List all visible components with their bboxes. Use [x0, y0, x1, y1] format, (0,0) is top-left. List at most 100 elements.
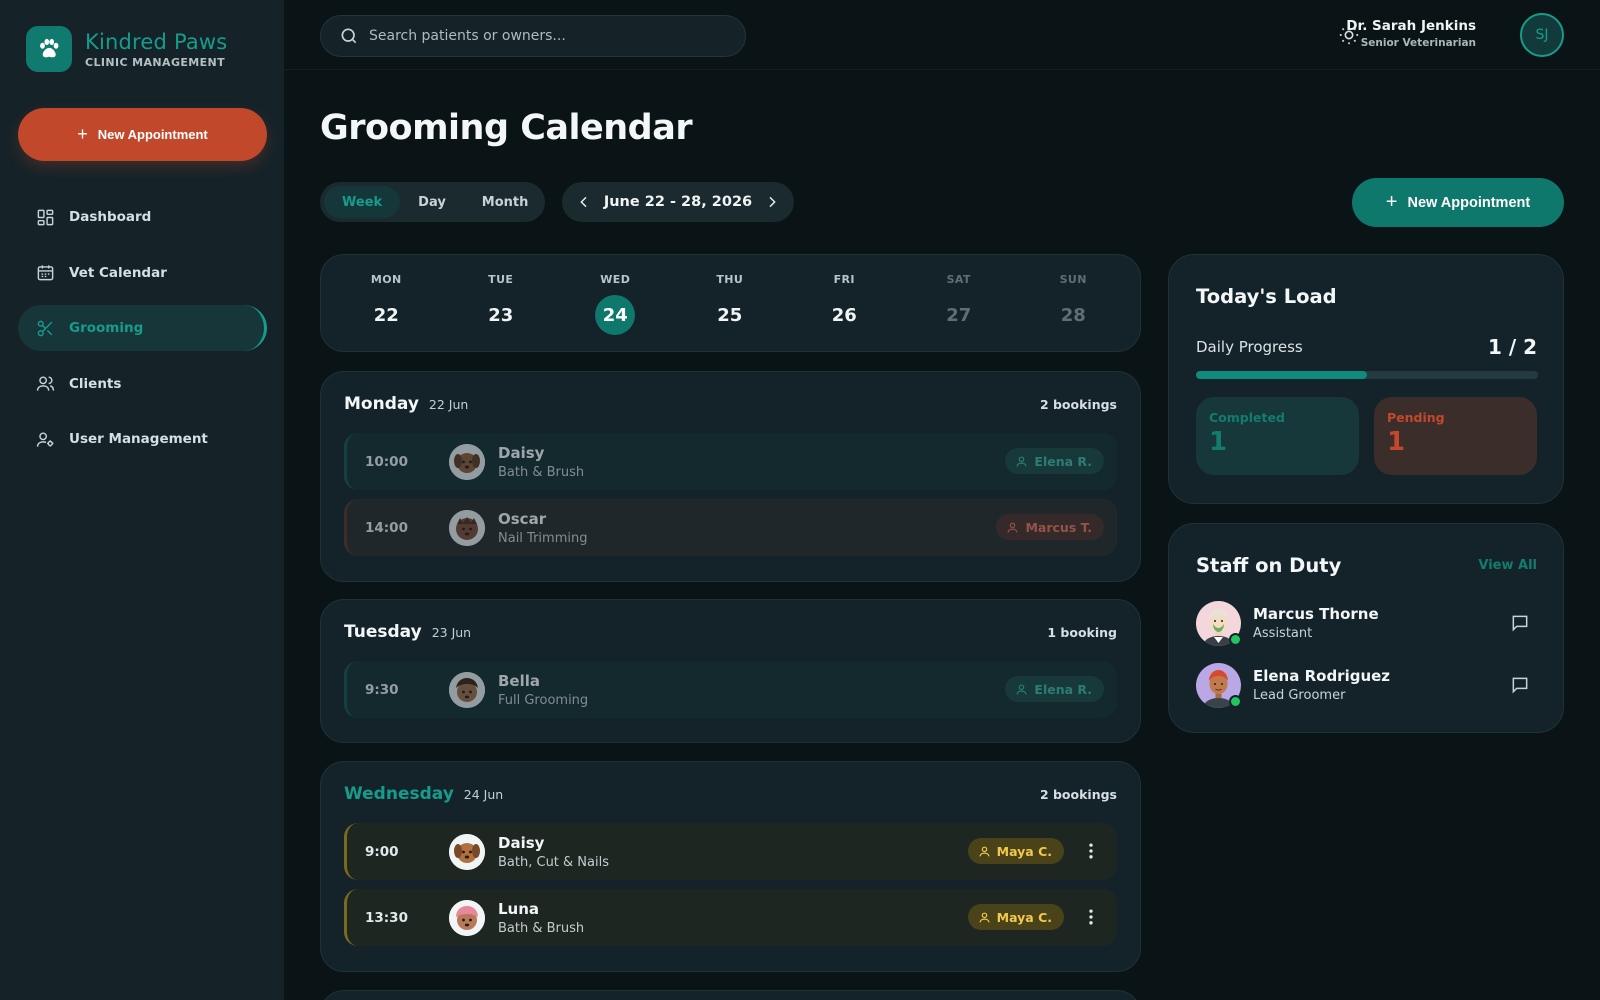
- staff-name: Marcus T.: [1025, 519, 1092, 535]
- user-name: Dr. Sarah Jenkins: [1346, 18, 1476, 34]
- sidebar-item-dashboard[interactable]: Dashboard: [18, 194, 267, 240]
- assigned-staff-badge[interactable]: Marcus T.: [996, 514, 1104, 540]
- staff-name: Elena R.: [1034, 681, 1092, 697]
- sidebar-item-label: Clients: [69, 375, 122, 392]
- weekday-name: FRI: [833, 273, 855, 286]
- view-day-button[interactable]: Day: [400, 186, 464, 218]
- appointment-card[interactable]: 9:00 Daisy Bath, Cut & Nails Maya C.: [344, 823, 1117, 880]
- weekday-sat[interactable]: SAT 27: [902, 255, 1017, 351]
- user-icon: [1016, 684, 1027, 694]
- search-input[interactable]: [369, 28, 729, 44]
- online-status-indicator: [1229, 632, 1242, 646]
- message-icon[interactable]: [1510, 613, 1530, 633]
- weekday-mon[interactable]: MON 22: [329, 255, 444, 351]
- dashboard-icon: [37, 209, 54, 225]
- pet-name: Daisy: [498, 833, 545, 852]
- sidebar-new-appointment-label: New Appointment: [97, 127, 208, 142]
- booking-count: 2 bookings: [1039, 787, 1117, 802]
- staff-row[interactable]: Marcus Thorne Assistant: [1196, 599, 1538, 647]
- user-icon: [1016, 456, 1027, 466]
- message-icon[interactable]: [1510, 675, 1530, 695]
- day-name: Tuesday: [344, 622, 422, 642]
- sidebar-item-vet-calendar[interactable]: Vet Calendar: [18, 250, 267, 296]
- appointment-card[interactable]: 9:30 Bella Full Grooming Elena R.: [344, 661, 1117, 718]
- view-all-link[interactable]: View All: [1478, 558, 1537, 573]
- assigned-staff-badge[interactable]: Elena R.: [1005, 448, 1104, 474]
- progress-bar: [1196, 371, 1538, 379]
- staff-row[interactable]: Elena Rodriguez Lead Groomer: [1196, 661, 1538, 709]
- sidebar-new-appointment-button[interactable]: + New Appointment: [18, 108, 267, 161]
- sidebar-item-grooming[interactable]: Grooming: [18, 305, 267, 351]
- user-icon: [979, 912, 990, 922]
- pet-service: Full Grooming: [498, 692, 589, 708]
- weekday-sun[interactable]: SUN 28: [1016, 255, 1131, 351]
- appointment-card[interactable]: 13:30 Luna Bath & Brush Maya C.: [344, 889, 1117, 946]
- user-info[interactable]: Dr. Sarah Jenkins Senior Veterinarian: [1346, 18, 1476, 49]
- pet-name: Luna: [498, 899, 540, 918]
- assigned-staff-badge[interactable]: Maya C.: [967, 904, 1064, 930]
- new-appointment-button[interactable]: + New Appointment: [1352, 178, 1564, 227]
- user-icon: [979, 846, 990, 856]
- appointment-time: 13:30: [365, 909, 408, 926]
- more-vertical-icon[interactable]: [1081, 907, 1101, 927]
- chevron-right-icon[interactable]: [764, 194, 780, 210]
- completed-stat: Completed 1: [1196, 397, 1359, 475]
- weekday-thu[interactable]: THU 25: [673, 255, 788, 351]
- staff-name: Elena R.: [1034, 453, 1092, 469]
- day-date: 23 Jun: [431, 625, 472, 640]
- booking-count: 1 booking: [1047, 625, 1117, 640]
- search-icon: [341, 28, 357, 44]
- stat-label: Pending: [1387, 410, 1445, 425]
- weekday-number: 22: [373, 304, 399, 326]
- plus-icon: +: [77, 124, 88, 144]
- sidebar-item-label: Dashboard: [69, 209, 152, 225]
- brand-name: Kindred Paws: [85, 30, 228, 54]
- user-icon: [1008, 522, 1018, 532]
- day-card-wednesday: Wednesday 24 Jun 2 bookings 9:00 Daisy B…: [320, 761, 1141, 972]
- chevron-left-icon[interactable]: [576, 194, 592, 210]
- appointment-time: 9:00: [365, 843, 399, 860]
- stat-value: 1: [1209, 427, 1228, 457]
- pet-service: Bath & Brush: [498, 464, 585, 480]
- day-card-monday: Monday 22 Jun 2 bookings 10:00 Daisy Bat…: [320, 371, 1141, 582]
- user-avatar[interactable]: SJ: [1520, 13, 1564, 57]
- view-week-button[interactable]: Week: [324, 186, 401, 218]
- day-card-tuesday: Tuesday 23 Jun 1 booking 9:30 Bella Full…: [320, 599, 1141, 743]
- sidebar-item-clients[interactable]: Clients: [18, 361, 267, 407]
- pet-avatar: [449, 509, 485, 546]
- appointment-card[interactable]: 10:00 Daisy Bath & Brush Elena R.: [344, 433, 1117, 490]
- pet-avatar: [449, 443, 485, 480]
- weekday-fri[interactable]: FRI 26: [787, 255, 902, 351]
- staff-name: Maya C.: [996, 909, 1052, 925]
- progress-label: Daily Progress: [1196, 338, 1303, 356]
- topbar: Dr. Sarah Jenkins Senior Veterinarian SJ: [284, 0, 1600, 70]
- sidebar-item-label: User Management: [69, 431, 208, 447]
- weekday-number: 25: [717, 304, 743, 326]
- view-month-button[interactable]: Month: [464, 186, 547, 218]
- weekday-wed[interactable]: WED 24: [558, 255, 673, 351]
- sidebar-item-user-management[interactable]: User Management: [18, 416, 267, 462]
- staff-member-name: Marcus Thorne: [1253, 605, 1379, 623]
- day-date: 24 Jun: [463, 787, 504, 802]
- pet-service: Bath, Cut & Nails: [498, 854, 609, 870]
- assigned-staff-badge[interactable]: Elena R.: [1005, 676, 1104, 702]
- assigned-staff-badge[interactable]: Maya C.: [967, 838, 1064, 864]
- more-vertical-icon[interactable]: [1081, 841, 1101, 861]
- stat-label: Completed: [1209, 410, 1285, 425]
- pet-name: Daisy: [498, 443, 545, 462]
- appointment-time: 9:30: [365, 681, 399, 698]
- weekday-tue[interactable]: TUE 23: [444, 255, 559, 351]
- progress-fill: [1196, 371, 1367, 379]
- weekday-name: TUE: [488, 273, 514, 286]
- calendar-icon: [37, 265, 54, 281]
- view-switcher: Week Day Month: [320, 182, 545, 222]
- day-card-next: [320, 990, 1141, 1000]
- search-bar[interactable]: [320, 15, 746, 57]
- weekday-number: 27: [946, 304, 972, 326]
- sidebar-item-label: Vet Calendar: [69, 264, 167, 281]
- week-strip: MON 22 TUE 23 WED 24 THU 25 FRI 26 SAT 2…: [320, 254, 1141, 352]
- brand[interactable]: Kindred Paws CLINIC MANAGEMENT: [26, 26, 227, 72]
- day-name: Monday: [344, 394, 419, 414]
- appointment-card[interactable]: 14:00 Oscar Nail Trimming Marcus T.: [344, 499, 1117, 556]
- staff-on-duty-panel: Staff on Duty View All Marcus Thorne Ass: [1168, 523, 1564, 733]
